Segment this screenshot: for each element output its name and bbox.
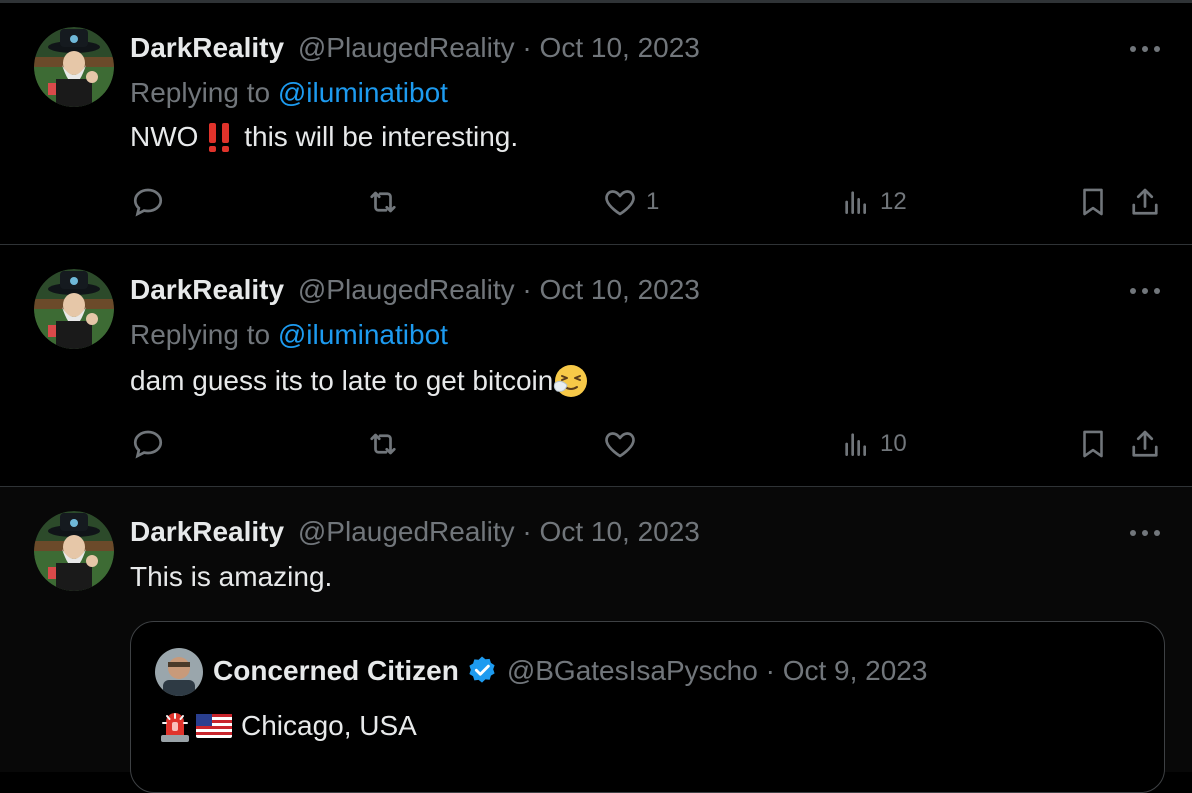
more-icon[interactable] — [1128, 528, 1162, 538]
tweet[interactable]: DarkReality @PlaugedReality · Oct 10, 20… — [0, 245, 1192, 487]
quoted-tweet-header: Concerned Citizen @BGatesIsaPyscho · Oct… — [213, 654, 927, 688]
avatar[interactable] — [155, 648, 203, 696]
avatar[interactable] — [34, 27, 114, 107]
avatar[interactable] — [34, 269, 114, 349]
like-icon — [605, 432, 635, 458]
handle[interactable]: @BGatesIsaPyscho — [507, 655, 758, 687]
separator: · — [757, 655, 783, 686]
tweet-text-part: dam guess its to late to get bitcoin — [130, 365, 554, 396]
tweet-text-part: this will be interesting. — [236, 121, 519, 152]
handle[interactable]: @PlaugedReality — [298, 32, 515, 63]
share-button[interactable] — [1126, 180, 1164, 224]
separator: · — [514, 32, 540, 63]
views-button[interactable]: 12 — [840, 180, 907, 224]
tweet-header: DarkReality @PlaugedReality · Oct 10, 20… — [130, 32, 700, 64]
replying-prefix: Replying to — [130, 319, 278, 350]
retweet-icon — [370, 433, 396, 455]
views-count: 12 — [880, 188, 907, 215]
retweet-icon — [370, 191, 396, 213]
handle[interactable]: @PlaugedReality — [298, 516, 515, 547]
timestamp[interactable]: Oct 10, 2023 — [540, 274, 700, 305]
reply-icon — [133, 188, 163, 217]
like-count: 1 — [646, 188, 660, 215]
tweet-text: dam guess its to late to get bitcoin — [130, 363, 589, 399]
retweet-button[interactable] — [364, 180, 402, 224]
bookmark-button[interactable] — [1076, 180, 1110, 224]
avatar[interactable] — [34, 511, 114, 591]
display-name[interactable]: DarkReality — [130, 32, 284, 63]
handle[interactable]: @PlaugedReality — [298, 274, 515, 305]
reply-button[interactable] — [130, 180, 166, 224]
double-exclamation-emoji-icon — [209, 123, 230, 152]
sneezing-face-emoji-icon — [554, 365, 588, 397]
verified-badge-icon — [469, 656, 495, 683]
display-name[interactable]: Concerned Citizen — [213, 655, 459, 687]
like-icon — [605, 190, 635, 216]
tweet-text-part: NWO — [130, 121, 199, 152]
more-icon[interactable] — [1128, 44, 1162, 54]
retweet-button[interactable] — [364, 422, 402, 466]
like-button[interactable] — [602, 422, 646, 466]
like-button[interactable]: 1 — [602, 180, 659, 224]
quoted-tweet-text: Chicago, USA — [157, 708, 417, 744]
display-name[interactable]: DarkReality — [130, 274, 284, 305]
reply-icon — [133, 430, 163, 459]
replying-handle-link[interactable]: @iluminatibot — [278, 319, 448, 350]
bookmark-button[interactable] — [1076, 422, 1110, 466]
tweet[interactable]: DarkReality @PlaugedReality · Oct 10, 20… — [0, 3, 1192, 245]
views-icon — [845, 191, 866, 214]
separator: · — [514, 274, 540, 305]
tweet-header: DarkReality @PlaugedReality · Oct 10, 20… — [130, 274, 700, 306]
reply-button[interactable] — [130, 422, 166, 466]
tweet-header: DarkReality @PlaugedReality · Oct 10, 20… — [130, 516, 700, 548]
replying-handle-link[interactable]: @iluminatibot — [278, 77, 448, 108]
timestamp[interactable]: Oct 10, 2023 — [540, 32, 700, 63]
replying-prefix: Replying to — [130, 77, 278, 108]
separator: · — [514, 516, 540, 547]
action-bar: 10 — [0, 422, 1192, 466]
share-icon — [1132, 430, 1158, 457]
quoted-tweet-text-content: Chicago, USA — [241, 710, 417, 741]
police-light-emoji-icon — [161, 713, 189, 742]
share-icon — [1132, 188, 1158, 215]
timestamp[interactable]: Oct 9, 2023 — [783, 655, 928, 687]
views-count: 10 — [880, 430, 907, 457]
views-icon — [845, 433, 866, 456]
share-button[interactable] — [1126, 422, 1164, 466]
us-flag-emoji-icon — [196, 714, 232, 738]
bookmark-icon — [1083, 430, 1103, 458]
tweet-text: NWO this will be interesting. — [130, 121, 518, 153]
views-button[interactable]: 10 — [840, 422, 907, 466]
more-icon[interactable] — [1128, 286, 1162, 296]
action-bar: 1 12 — [0, 180, 1192, 224]
bookmark-icon — [1083, 188, 1103, 216]
tweet-text: This is amazing. — [130, 561, 333, 592]
quoted-tweet[interactable]: Concerned Citizen @BGatesIsaPyscho · Oct… — [130, 621, 1165, 793]
replying-to: Replying to @iluminatibot — [130, 77, 448, 109]
timestamp[interactable]: Oct 10, 2023 — [540, 516, 700, 547]
replying-to: Replying to @iluminatibot — [130, 319, 448, 351]
display-name[interactable]: DarkReality — [130, 516, 284, 547]
